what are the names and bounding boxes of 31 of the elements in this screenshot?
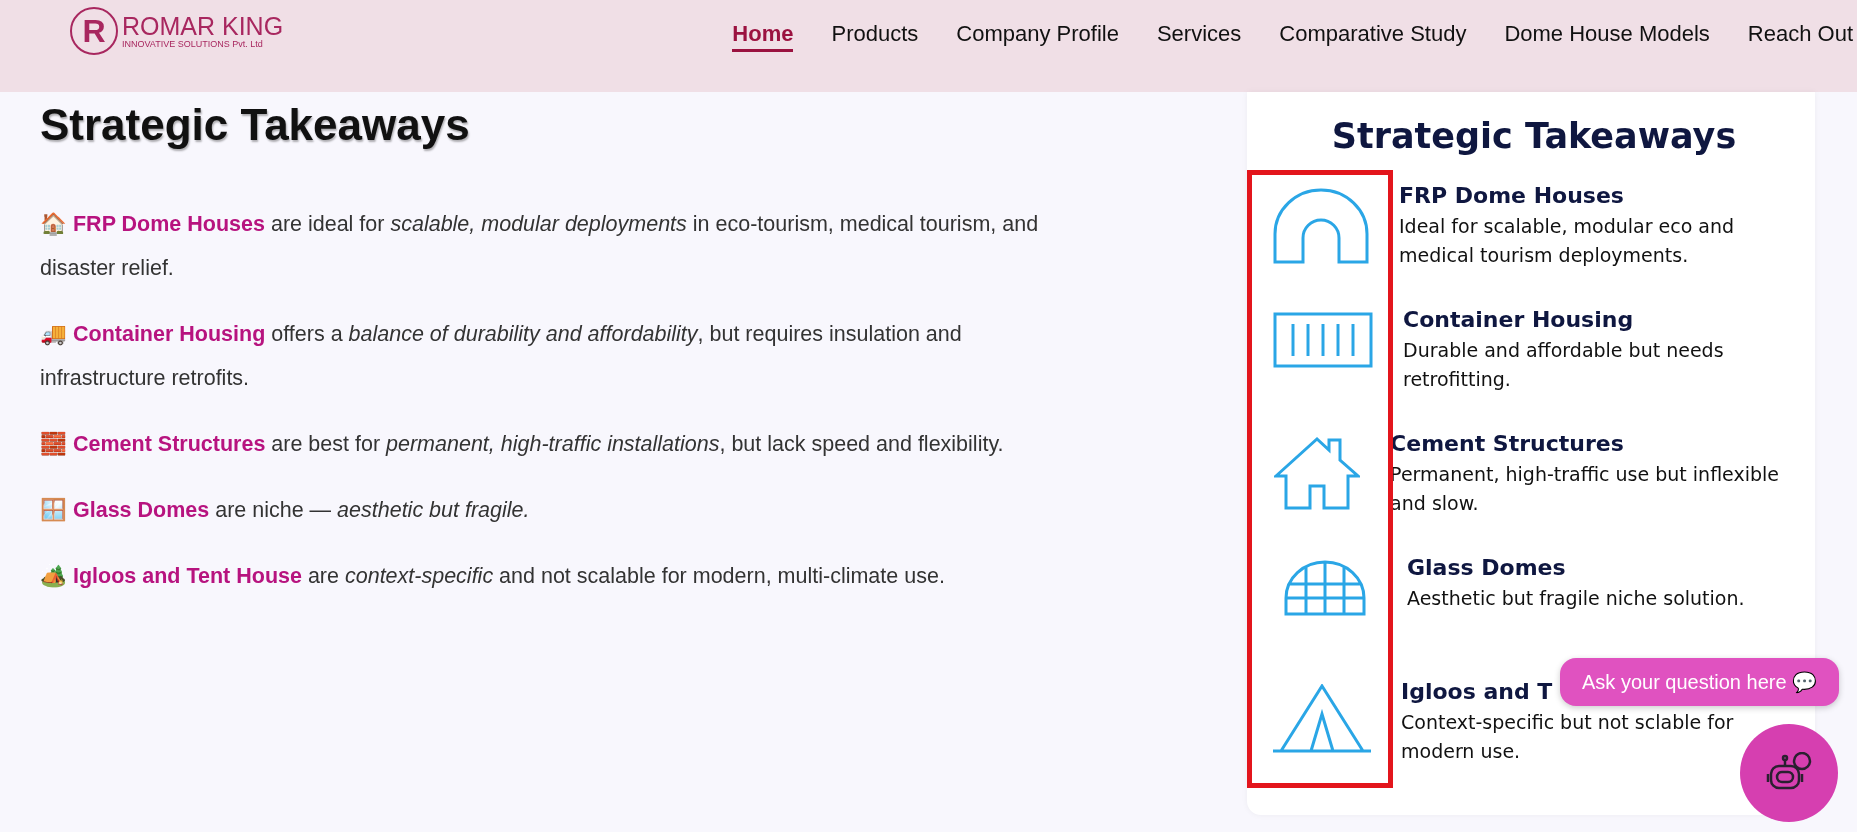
item-description: Ideal for scalable, modular eco and medical tourism deployments. <box>1399 214 1736 268</box>
nav-link[interactable]: Services <box>1156 20 1242 52</box>
infographic-title: Strategic Takeaways <box>1330 116 1738 156</box>
house-icon <box>1273 436 1360 510</box>
item-title: Cement Structures <box>1390 430 1624 458</box>
tent-icon <box>1273 684 1371 754</box>
item-description: Aesthetic but fragile niche solution. <box>1407 586 1745 611</box>
nav-link[interactable]: Products <box>831 20 919 52</box>
arch-icon <box>1273 188 1369 264</box>
item-title: Container Housing <box>1403 306 1634 334</box>
brand-tagline: INNOVATIVE SOLUTIONS Pvt. Ltd <box>122 39 264 49</box>
takeaway-paragraph: 🚚 Container Housing offers a balance of durability and affordability, but requires insulation and infrastructure retrofits. <box>40 321 963 392</box>
item-description: Durable and affordable but needs retrofitting. <box>1403 338 1725 392</box>
page-heading: Strategic Takeaways <box>40 100 471 150</box>
nav-link[interactable]: Comparative Study <box>1279 20 1467 52</box>
nav-link[interactable]: Company Profile <box>956 20 1119 52</box>
container-icon <box>1273 312 1373 368</box>
nav-link[interactable]: Home <box>732 20 794 52</box>
takeaway-paragraph: 🏠 FRP Dome Houses are ideal for scalable, modular deployments in eco-tourism, medical tourism, and disaster relief. <box>40 211 1040 282</box>
item-description: Context-specific but not sclable for modern use. <box>1401 710 1735 764</box>
brand-name: ROMAR KING <box>122 13 284 39</box>
item-title: FRP Dome Houses <box>1399 182 1624 210</box>
item-title: Igloos and T <box>1401 678 1553 706</box>
dome-icon <box>1284 560 1366 616</box>
takeaway-paragraph: 🪟 Glass Domes are niche — aesthetic but fragile. <box>40 497 531 524</box>
nav-link[interactable]: Reach Out <box>1747 20 1853 52</box>
item-title: Glass Domes <box>1407 554 1566 582</box>
nav-link[interactable]: Dome House Models <box>1504 20 1710 52</box>
logo-mark[interactable]: R <box>70 7 118 55</box>
takeaway-paragraph: 🏕 Igloos and Tent House are context-specific and not scalable for modern, multi-climate use. <box>40 563 946 590</box>
takeaway-paragraph: 🧱 Cement Structures are best for permanent, high-traffic installations, but lack speed and flexibility. <box>40 431 1005 458</box>
